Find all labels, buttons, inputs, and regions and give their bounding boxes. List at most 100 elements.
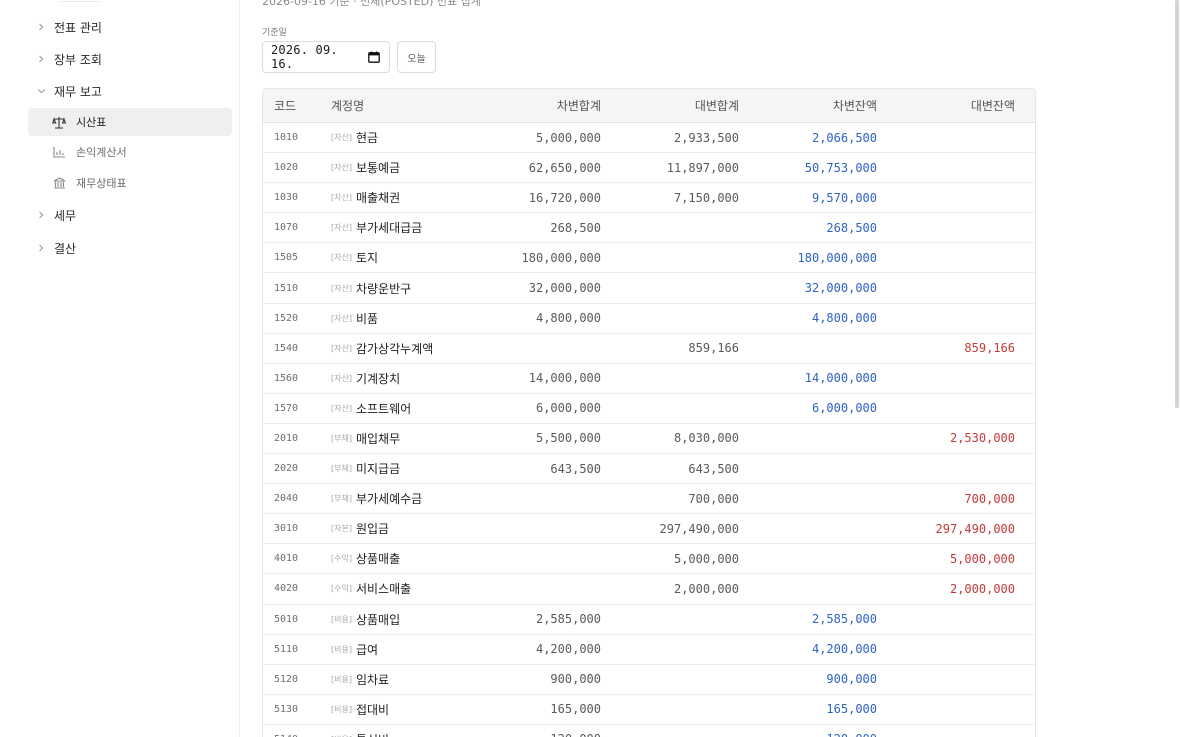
cell-account: [자산] 기계장치 (331, 370, 471, 387)
cell-code: 1570 (274, 402, 299, 414)
table-row[interactable]: 1510 [자산] 차량운반구 32,000,000 32,000,000 (263, 273, 1035, 304)
cell-debit-balance: 50,753,000 (804, 160, 877, 175)
cell-code: 4010 (274, 553, 299, 565)
table-row[interactable]: 1010 [자산] 현금 5,000,000 2,933,500 2,066,500 (263, 123, 1035, 154)
cell-code: 2020 (274, 463, 299, 475)
chevron-down-icon (28, 87, 54, 95)
account-type-tag: [수익] (331, 554, 352, 564)
table-row[interactable]: 5130 [비용] 접대비 165,000 165,000 (263, 695, 1035, 725)
table-row[interactable]: 1570 [자산] 소프트웨어 6,000,000 6,000,000 (263, 394, 1035, 424)
col-header-account: 계정명 (331, 99, 365, 113)
table-row[interactable]: 1020 [자산] 보통예금 62,650,000 11,897,000 50,753,0… (263, 153, 1035, 184)
cell-debit-balance: 4,200,000 (811, 642, 877, 657)
sidebar-item-closing[interactable]: 결산 (28, 234, 232, 262)
cell-code: 1020 (274, 162, 299, 174)
account-type-tag: [자산] (331, 133, 352, 143)
table-row[interactable]: 3010 [자본] 원입금 297,490,000 297,490,000 (263, 514, 1035, 545)
page-subtitle: 2026-09-16 기준 · 전체(POSTED) 전표 집계 (262, 0, 481, 8)
scrollbar[interactable] (1172, 0, 1180, 737)
sidebar-subitem-trial-balance[interactable]: 시산표 (28, 108, 232, 136)
cell-credit-balance: 5,000,000 (949, 551, 1015, 566)
sidebar-item-voucher[interactable]: 전표 관리 (28, 13, 232, 41)
today-button[interactable]: 오늘 (397, 41, 436, 73)
date-input[interactable]: 2026. 09. 16. (262, 41, 390, 73)
table-row[interactable]: 2040 [부채] 부가세예수금 700,000 700,000 (263, 484, 1035, 515)
table-row[interactable]: 2010 [부채] 매입채무 5,500,000 8,030,000 2,530,000 (263, 424, 1035, 455)
table-row[interactable]: 2020 [부채] 미지급금 643,500 643,500 (263, 454, 1035, 485)
col-header-credit-total: 대변합계 (694, 99, 739, 113)
cell-credit-total: 11,897,000 (666, 160, 739, 175)
sidebar-item-financial-report[interactable]: 재무 보고 (28, 77, 232, 105)
cell-code: 5120 (274, 673, 299, 685)
cell-account: [자산] 부가세대급금 (331, 219, 471, 236)
sidebar-subitem-income-statement[interactable]: 손익계산서 (28, 138, 232, 166)
account-type-tag: [자산] (331, 163, 352, 173)
col-header-code: 코드 (274, 99, 297, 113)
cell-debit-total: 165,000 (550, 702, 601, 717)
cell-credit-total: 2,933,500 (673, 130, 739, 145)
table-row[interactable]: 5120 [비용] 임차료 900,000 900,000 (263, 665, 1035, 695)
account-name: 보통예금 (355, 161, 401, 176)
cell-code: 1560 (274, 372, 299, 384)
account-name: 상품매입 (355, 612, 401, 627)
col-header-credit-balance: 대변잔액 (970, 99, 1015, 113)
table-row[interactable]: 5010 [비용] 상품매입 2,585,000 2,585,000 (263, 605, 1035, 635)
cell-debit-total: 32,000,000 (528, 281, 601, 296)
account-name: 현금 (355, 131, 379, 146)
table-row[interactable]: 5140[비용]통신비120,000120,000 (263, 725, 1035, 737)
table-row[interactable]: 5110 [비용] 급여 4,200,000 4,200,000 (263, 635, 1035, 665)
sidebar-top-divider (60, 0, 100, 2)
account-name: 감가상각누계액 (355, 341, 434, 356)
cell-debit-total: 14,000,000 (528, 371, 601, 386)
account-name: 비품 (355, 311, 379, 326)
cell-code: 1505 (274, 252, 299, 264)
account-type-tag: [자산] (331, 253, 352, 263)
scale-icon (28, 116, 76, 129)
sidebar-item-tax[interactable]: 세무 (28, 201, 232, 229)
sidebar-item-ledger[interactable]: 장부 조회 (28, 45, 232, 73)
cell-credit-total: 8,030,000 (673, 431, 739, 446)
table-row[interactable]: 1520 [자산] 비품 4,800,000 4,800,000 (263, 304, 1035, 334)
cell-account: [자산] 비품 (331, 310, 471, 327)
cell-code: 1030 (274, 192, 299, 204)
bank-icon (28, 177, 76, 189)
cell-account: [비용] 급여 (331, 641, 471, 658)
cell-debit-balance: 165,000 (826, 702, 877, 717)
table-row[interactable]: 1505 [자산] 토지 180,000,000 180,000,000 (263, 243, 1035, 274)
account-type-tag: [비용] (331, 704, 352, 714)
calendar-icon[interactable] (367, 50, 381, 64)
cell-account: [부채] 매입채무 (331, 430, 471, 447)
account-name: 서비스매출 (355, 582, 412, 597)
cell-credit-total: 859,166 (688, 341, 739, 356)
account-name: 차량운반구 (355, 281, 412, 296)
sidebar-item-label: 재무 보고 (54, 84, 102, 99)
table-row[interactable]: 1560 [자산] 기계장치 14,000,000 14,000,000 (263, 364, 1035, 394)
cell-account: [자산] 토지 (331, 249, 471, 266)
cell-debit-balance: 4,800,000 (811, 311, 877, 326)
trial-balance-table: 코드 계정명 차변합계 대변합계 차변잔액 대변잔액 1010 [자산] 현금 5,0… (262, 88, 1036, 737)
account-name: 접대비 (355, 702, 390, 717)
table-row[interactable]: 4020 [수익] 서비스매출 2,000,000 2,000,000 (263, 574, 1035, 605)
account-type-tag: [자산] (331, 313, 352, 323)
cell-code: 5010 (274, 613, 299, 625)
cell-debit-total: 6,000,000 (535, 401, 601, 416)
scrollbar-thumb[interactable] (1175, 0, 1179, 408)
table-row[interactable]: 1540 [자산] 감가상각누계액 859,166 859,166 (263, 334, 1035, 364)
account-type-tag: [자본] (331, 524, 352, 534)
table-body: 1010 [자산] 현금 5,000,000 2,933,500 2,066,500 102… (263, 123, 1035, 737)
bar-chart-icon (28, 146, 76, 158)
date-value: 2026. 09. 16. (271, 43, 338, 71)
table-row[interactable]: 1030 [자산] 매출채권 16,720,000 7,150,000 9,570,000 (263, 183, 1035, 214)
cell-account: [비용] 상품매입 (331, 611, 471, 628)
sidebar-subitem-balance-sheet[interactable]: 재무상태표 (28, 169, 232, 197)
cell-debit-balance: 268,500 (826, 220, 877, 235)
date-label: 기준일 (262, 28, 287, 38)
cell-account: [부채] 부가세예수금 (331, 490, 471, 507)
cell-account: [수익] 서비스매출 (331, 580, 471, 597)
cell-code: 1010 (274, 132, 299, 144)
table-row[interactable]: 1070 [자산] 부가세대급금 268,500 268,500 (263, 213, 1035, 244)
account-type-tag: [자산] (331, 223, 352, 233)
cell-credit-total: 5,000,000 (673, 551, 739, 566)
table-row[interactable]: 4010 [수익] 상품매출 5,000,000 5,000,000 (263, 544, 1035, 575)
account-name: 급여 (355, 642, 379, 657)
